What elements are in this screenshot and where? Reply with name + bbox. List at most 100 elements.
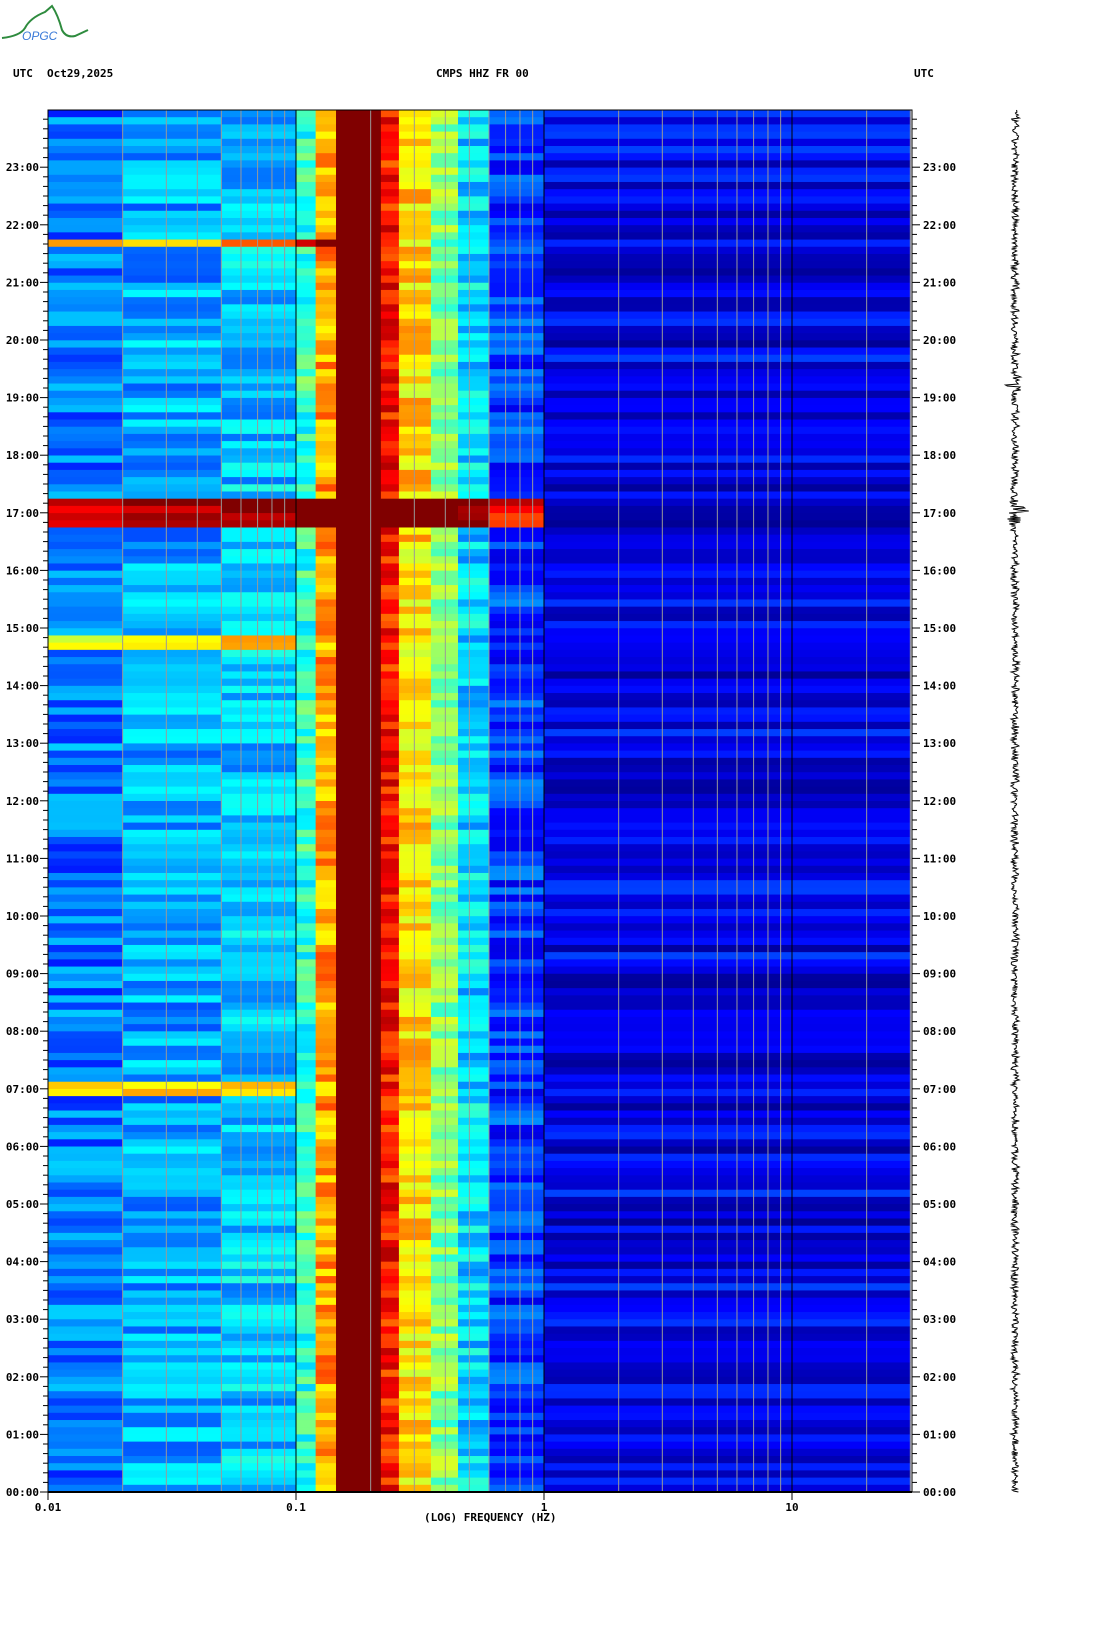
- spectrogram-cell: [221, 635, 297, 644]
- spectrogram-cell: [296, 1024, 317, 1032]
- spectrogram-cell: [221, 1110, 297, 1119]
- spectrogram-cell: [544, 455, 911, 464]
- spectrogram-cell: [544, 592, 911, 600]
- spectrogram-cell: [221, 1384, 297, 1392]
- spectrogram-cell: [488, 174, 545, 183]
- spectrogram-cell: [221, 937, 297, 946]
- spectrogram-cell: [336, 1153, 382, 1162]
- spectrogram-cell: [296, 477, 317, 485]
- spectrogram-cell: [221, 1009, 297, 1018]
- spectrogram-cell: [398, 369, 432, 377]
- spectrogram-cell: [221, 160, 297, 169]
- y-tick-label-right: 05:00: [923, 1198, 956, 1211]
- spectrogram-cell: [221, 268, 297, 277]
- spectrogram-cell: [380, 1391, 400, 1399]
- spectrogram-cell: [544, 181, 911, 190]
- spectrogram-cell: [430, 246, 459, 255]
- spectrogram-cell: [430, 721, 459, 730]
- spectrogram-cell: [544, 1247, 911, 1255]
- spectrogram-cell: [457, 1182, 490, 1191]
- spectrogram-cell: [398, 534, 432, 543]
- spectrogram-cell: [457, 1420, 490, 1428]
- spectrogram-cell: [221, 1420, 297, 1428]
- spectrogram-cell: [122, 880, 222, 888]
- spectrogram-cell: [296, 1175, 317, 1183]
- spectrogram-cell: [315, 1477, 337, 1486]
- spectrogram-cell: [336, 455, 382, 464]
- spectrogram-cell: [544, 685, 911, 694]
- spectrogram-cell: [457, 1146, 490, 1155]
- spectrogram-cell: [122, 664, 222, 672]
- spectrogram-cell: [398, 189, 432, 197]
- spectrogram-cell: [296, 606, 317, 615]
- spectrogram-cell: [221, 275, 297, 284]
- spectrogram-cell: [122, 239, 222, 248]
- spectrogram-cell: [430, 1074, 459, 1083]
- spectrogram-cell: [296, 923, 317, 932]
- spectrogram-cell: [336, 628, 382, 636]
- spectrogram-cell: [296, 1261, 317, 1270]
- spectrogram-cell: [221, 923, 297, 932]
- spectrogram-cell: [457, 1168, 490, 1176]
- spectrogram-cell: [544, 887, 911, 896]
- spectrogram-cell: [457, 527, 490, 536]
- spectrogram-cell: [430, 988, 459, 996]
- spectrogram-cell: [122, 138, 222, 147]
- spectrogram-cell: [430, 1420, 459, 1428]
- spectrogram-cell: [48, 1024, 124, 1032]
- spectrogram-cell: [430, 534, 459, 543]
- spectrogram-cell: [380, 1160, 400, 1169]
- spectrogram-cell: [48, 923, 124, 932]
- spectrogram-cell: [336, 1441, 382, 1450]
- spectrogram-cell: [430, 736, 459, 744]
- spectrogram-cell: [296, 1031, 317, 1040]
- spectrogram-cell: [544, 412, 911, 421]
- spectrogram-cell: [430, 1168, 459, 1176]
- spectrogram-cell: [221, 397, 297, 406]
- spectrogram-cell: [398, 1240, 432, 1248]
- spectrogram-cell: [296, 700, 317, 708]
- spectrogram-cell: [122, 1060, 222, 1068]
- spectrogram-cell: [221, 1168, 297, 1176]
- spectrogram-cell: [315, 937, 337, 946]
- spectrogram-cell: [336, 541, 382, 550]
- spectrogram-cell: [488, 772, 545, 780]
- spectrogram-cell: [430, 405, 459, 413]
- spectrogram-cell: [398, 1326, 432, 1335]
- spectrogram-cell: [221, 664, 297, 672]
- spectrogram-cell: [544, 275, 911, 284]
- spectrogram-cell: [296, 1211, 317, 1219]
- spectrogram-cell: [296, 1254, 317, 1263]
- spectrogram-cell: [122, 1139, 222, 1147]
- spectrogram-cell: [336, 851, 382, 860]
- spectrogram-cell: [430, 1254, 459, 1263]
- spectrogram-cell: [296, 980, 317, 989]
- spectrogram-cell: [398, 570, 432, 579]
- spectrogram-cell: [221, 1297, 297, 1306]
- spectrogram-cell: [221, 736, 297, 744]
- spectrogram-cell: [488, 700, 545, 708]
- spectrogram-cell: [488, 657, 545, 665]
- spectrogram-cell: [221, 1031, 297, 1040]
- spectrogram-cell: [430, 289, 459, 298]
- spectrogram-cell: [488, 801, 545, 809]
- spectrogram-cell: [430, 419, 459, 428]
- spectrogram-cell: [457, 1333, 490, 1342]
- spectrogram-cell: [430, 1211, 459, 1219]
- spectrogram-cell: [457, 426, 490, 435]
- spectrogram-cell: [315, 1326, 337, 1335]
- spectrogram-cell: [221, 765, 297, 773]
- spectrogram-cell: [221, 1340, 297, 1349]
- spectrogram-cell: [544, 1297, 911, 1306]
- spectrogram-cell: [430, 505, 459, 514]
- spectrogram-cell: [398, 872, 432, 881]
- spectrogram-cell: [380, 383, 400, 392]
- spectrogram-cell: [221, 361, 297, 370]
- spectrogram-cell: [544, 318, 911, 327]
- spectrogram-cell: [336, 325, 382, 334]
- spectrogram-cell: [296, 167, 317, 176]
- spectrogram-cell: [315, 311, 337, 320]
- y-tick-label-left: 18:00: [6, 449, 39, 462]
- spectrogram-cell: [48, 1045, 124, 1054]
- spectrogram-cell: [380, 556, 400, 564]
